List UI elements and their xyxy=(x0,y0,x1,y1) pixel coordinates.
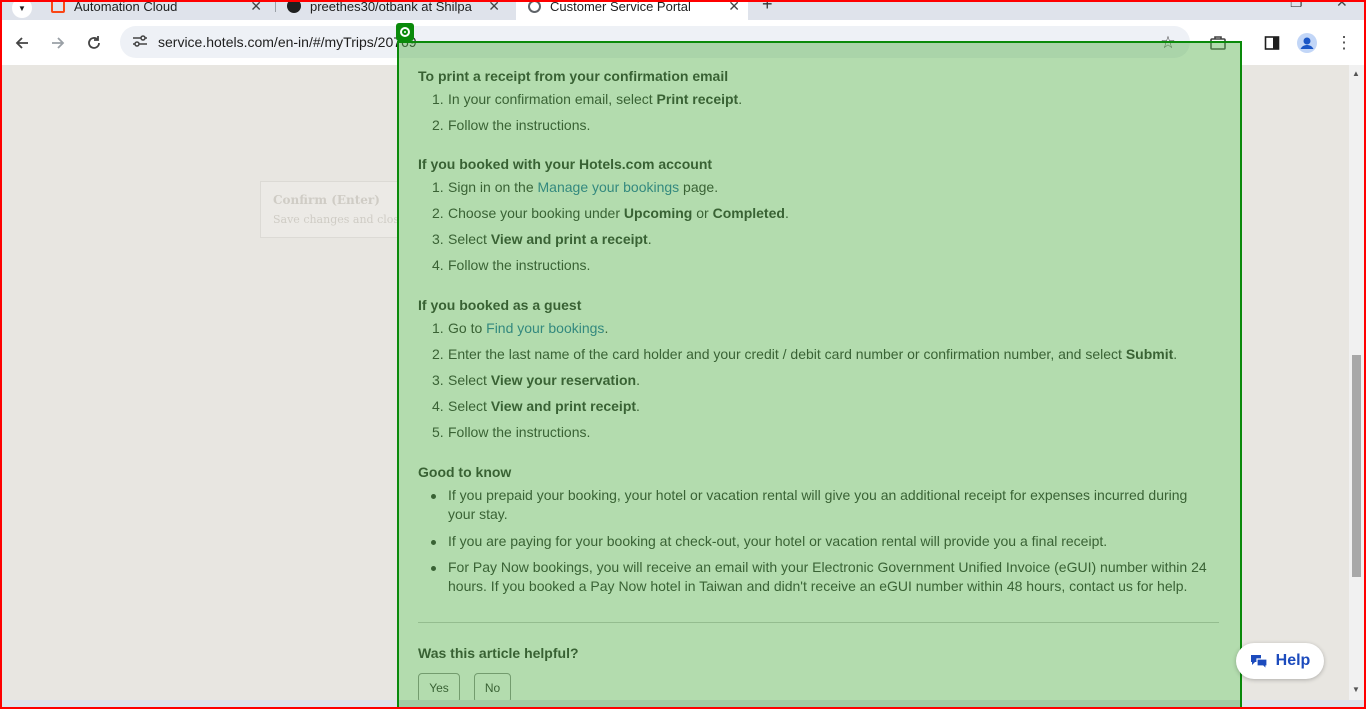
text-segment: Choose your booking under xyxy=(448,205,624,221)
text-segment: Go to xyxy=(448,320,487,336)
bold-text: Completed xyxy=(712,205,785,221)
divider xyxy=(418,622,1219,623)
scrollbar-thumb[interactable] xyxy=(1352,355,1361,577)
inline-link[interactable]: Manage your bookings xyxy=(538,179,680,195)
scroll-down-icon[interactable]: ▼ xyxy=(1352,685,1360,694)
list-item: 3. Select View and print a receipt. xyxy=(432,231,652,247)
github-icon xyxy=(286,0,302,14)
chevron-down-icon: ▼ xyxy=(12,0,32,18)
section-heading-guest: If you booked as a guest xyxy=(418,297,582,313)
list-item: 3. Select View your reservation. xyxy=(432,372,640,388)
list-item: If you prepaid your booking, your hotel … xyxy=(418,486,1208,524)
bold-text: View and print receipt xyxy=(490,398,637,414)
section-heading-confirmation-email: To print a receipt from your confirmatio… xyxy=(418,68,729,84)
list-item: 4. Select View and print receipt. xyxy=(432,398,640,414)
bold-text: Submit xyxy=(1125,346,1174,362)
side-panel-icon[interactable] xyxy=(1261,32,1283,54)
close-icon[interactable]: ✕ xyxy=(250,0,262,15)
help-button-label: Help xyxy=(1275,652,1311,669)
tab-automation-cloud[interactable]: Automation Cloud ✕ xyxy=(44,0,270,20)
list-item: 2. Follow the instructions. xyxy=(432,117,591,133)
close-icon[interactable]: ✕ xyxy=(728,0,740,15)
bold-text: View your reservation xyxy=(490,372,637,388)
text-segment: Follow the instructions. xyxy=(448,117,591,133)
bottom-strip xyxy=(2,700,1364,709)
scroll-up-icon[interactable]: ▲ xyxy=(1352,69,1360,78)
bold-text: Print receipt xyxy=(656,91,739,107)
tab-title: preethes30/otbank at Shilpa xyxy=(310,0,472,14)
url-text: service.hotels.com/en-in/#/myTrips/20769 xyxy=(158,34,417,50)
steps-list-confirmation-email: 1. In your confirmation email, select Pri… xyxy=(418,90,1218,135)
tab-title: Customer Service Portal xyxy=(550,0,691,14)
tab-strip: ▼ Automation Cloud ✕ preethes30/otbank a… xyxy=(0,0,1366,20)
text-segment: In your confirmation email, select xyxy=(448,91,657,107)
steps-list-guest: 1. Go to Find your bookings. 2. Enter the … xyxy=(418,319,1218,442)
browser-menu-icon[interactable]: ⋮ xyxy=(1333,32,1355,54)
help-button[interactable]: Help xyxy=(1236,643,1324,679)
text-segment: Sign in on the xyxy=(448,179,538,195)
list-item: 2. Choose your booking under Upcoming or … xyxy=(432,205,789,221)
tab-customer-service-portal[interactable]: Customer Service Portal ✕ xyxy=(516,0,748,20)
inline-link[interactable]: Find your bookings xyxy=(486,320,604,336)
text-segment: Follow the instructions. xyxy=(448,257,591,273)
text-segment: or xyxy=(692,205,713,221)
address-bar[interactable]: service.hotels.com/en-in/#/myTrips/20769 xyxy=(120,26,1190,58)
site-settings-icon[interactable] xyxy=(132,34,150,51)
text-segment: . xyxy=(636,372,640,388)
feedback-question: Was this article helpful? xyxy=(418,645,579,661)
reload-icon[interactable] xyxy=(83,32,105,54)
text-segment: . xyxy=(604,320,609,336)
no-button[interactable]: No xyxy=(474,673,511,703)
new-tab-icon[interactable]: + xyxy=(762,0,773,15)
target-marker-icon xyxy=(396,23,414,41)
tab-github[interactable]: preethes30/otbank at Shilpa ✕ xyxy=(280,0,508,20)
chat-bubbles-icon xyxy=(1250,653,1268,671)
text-segment: . xyxy=(784,205,789,221)
text-segment: . xyxy=(647,231,652,247)
list-item: 1. Sign in on the Manage your bookings pa… xyxy=(432,179,719,195)
restore-window-icon[interactable]: ❐ xyxy=(1290,0,1303,11)
list-item: If you are paying for your booking at ch… xyxy=(418,532,1208,551)
bold-text: View and print a receipt xyxy=(490,231,648,247)
globe-icon xyxy=(526,0,542,14)
tab-title: Automation Cloud xyxy=(74,0,178,14)
list-item: 1. Go to Find your bookings. xyxy=(432,320,609,336)
good-to-know-list: If you prepaid your booking, your hotel … xyxy=(418,486,1208,596)
uipath-icon xyxy=(50,0,66,14)
list-item: 1. In your confirmation email, select Pri… xyxy=(432,91,743,107)
text-segment: . xyxy=(1173,346,1178,362)
text-segment: . xyxy=(738,91,743,107)
bold-text: Upcoming xyxy=(623,205,693,221)
section-heading-good-to-know: Good to know xyxy=(418,464,512,480)
list-item: 5. Follow the instructions. xyxy=(432,424,591,440)
tab-search-button[interactable]: ▼ xyxy=(0,0,36,20)
page-scrollbar[interactable]: ▲ ▼ xyxy=(1349,65,1364,705)
bookmark-star-icon[interactable]: ☆ xyxy=(1157,32,1179,54)
text-segment: Select xyxy=(448,231,491,247)
list-item: 4. Follow the instructions. xyxy=(432,257,591,273)
text-segment: . xyxy=(636,398,640,414)
yes-button[interactable]: Yes xyxy=(418,673,460,703)
section-heading-hotels-account: If you booked with your Hotels.com accou… xyxy=(418,156,713,172)
steps-list-hotels-account: 1. Sign in on the Manage your bookings pa… xyxy=(418,178,1218,275)
close-icon[interactable]: ✕ xyxy=(488,0,500,15)
extensions-icon[interactable] xyxy=(1207,32,1229,54)
text-segment: Select xyxy=(448,372,491,388)
close-window-icon[interactable]: ✕ xyxy=(1336,0,1348,11)
profile-avatar-icon[interactable] xyxy=(1296,32,1318,54)
text-segment: Follow the instructions. xyxy=(448,424,591,440)
forward-icon[interactable] xyxy=(47,32,69,54)
list-item: For Pay Now bookings, you will receive a… xyxy=(418,558,1208,596)
text-segment: Enter the last name of the card holder a… xyxy=(448,346,1126,362)
list-item: 2. Enter the last name of the card holder… xyxy=(432,346,1178,362)
help-article: To print a receipt from your confirmatio… xyxy=(397,65,1242,709)
text-segment: Select xyxy=(448,398,491,414)
text-segment: page. xyxy=(679,179,719,195)
browser-toolbar: service.hotels.com/en-in/#/myTrips/20769… xyxy=(0,20,1366,65)
back-icon[interactable] xyxy=(11,32,33,54)
